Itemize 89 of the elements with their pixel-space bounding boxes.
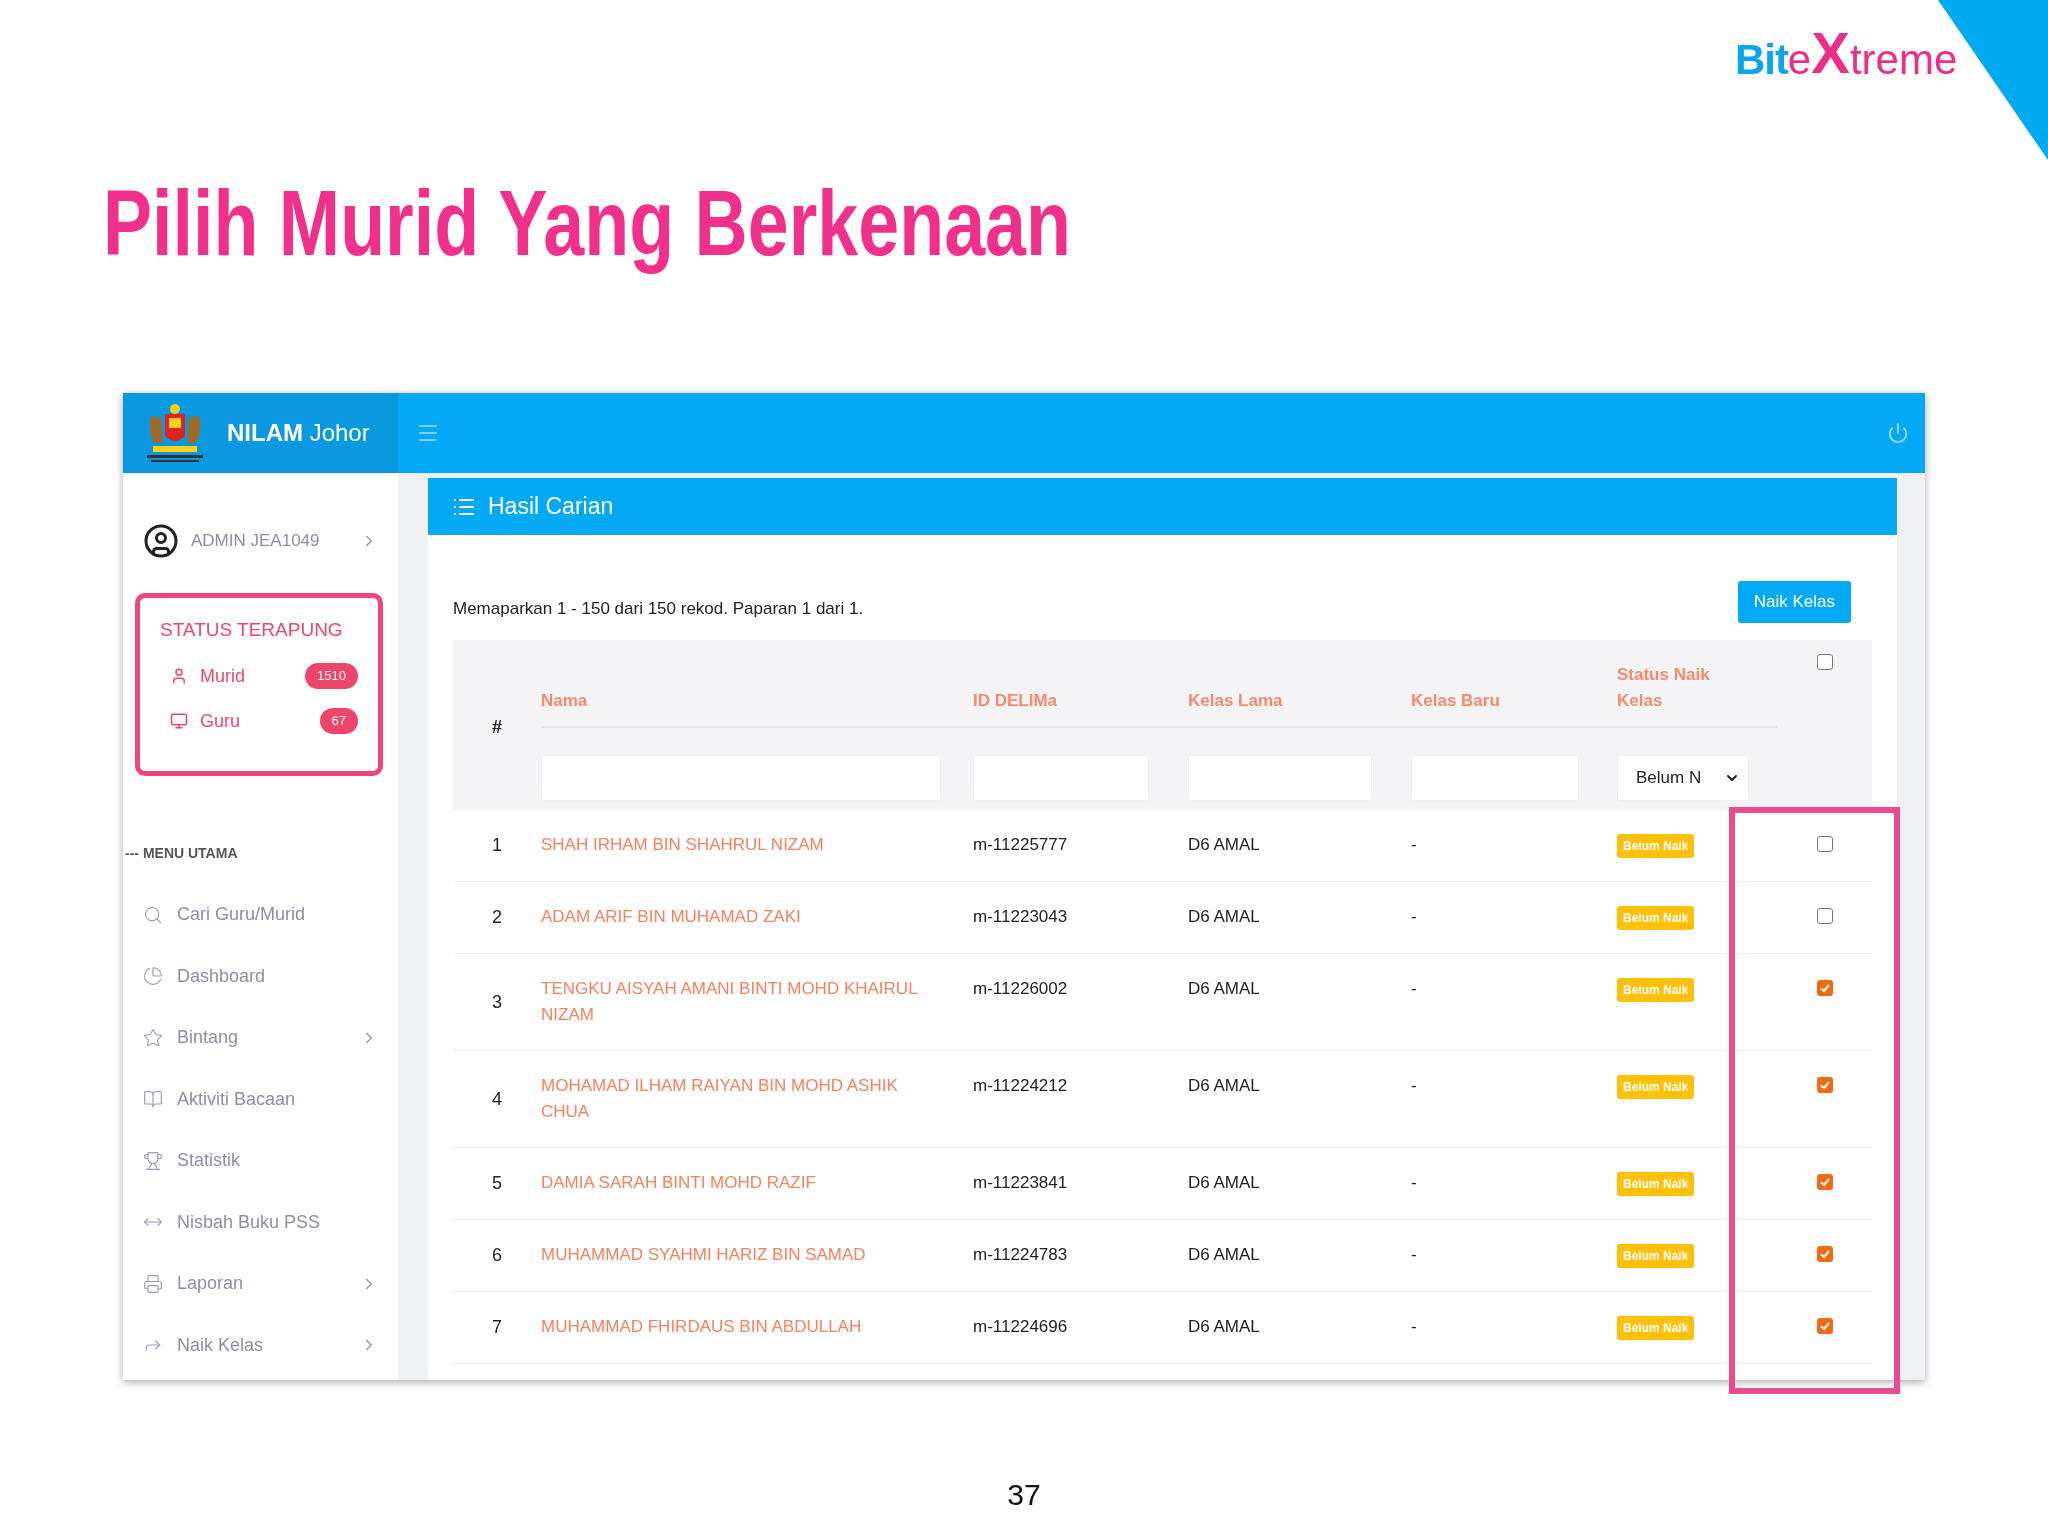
trophy-icon — [143, 1150, 163, 1171]
column-header: # — [492, 715, 502, 739]
status-badge: Belum Naik — [1617, 1244, 1695, 1268]
table-cell-text: D6 AMAL — [1188, 1244, 1261, 1266]
checkbox[interactable] — [1816, 1246, 1833, 1262]
table-cell-text: m-11225777 — [973, 834, 1069, 856]
menu-item[interactable]: Dashboard — [123, 945, 398, 1007]
status-link[interactable]: Murid — [200, 662, 294, 690]
table-cell-text: m-11224783 — [973, 1244, 1069, 1266]
user-icon — [170, 667, 188, 685]
row-number: 2 — [492, 906, 502, 929]
record-summary: Memaparkan 1 - 150 dari 150 rekod. Paparan 1 dari 1. — [453, 597, 864, 620]
table-cell-text: - — [1411, 834, 1418, 856]
table-cell-text: m-11226002 — [973, 978, 1069, 1000]
column-header: Status Naik Kelas — [1617, 664, 1711, 712]
table-cell-text: m-11224696 — [973, 1316, 1069, 1338]
status-filter-select[interactable]: Belum N — [1617, 755, 1749, 801]
checkbox[interactable] — [1816, 1077, 1833, 1093]
student-name-link[interactable]: ADAM ARIF BIN MUHAMAD ZAKI — [541, 904, 973, 931]
status-badge: Belum Naik — [1617, 906, 1695, 930]
status-badge: Belum Naik — [1617, 1172, 1695, 1196]
panel-heading: STATUS TERAPUNG — [160, 618, 344, 642]
status-badge: Belum Naik — [1617, 1316, 1695, 1340]
status-link[interactable]: Guru — [200, 707, 308, 735]
student-name-link[interactable]: DAMIA SARAH BINTI MOHD RAZIF — [541, 1170, 973, 1197]
row-number: 1 — [492, 834, 502, 857]
slide-title: Pilih Murid Yang Berkenaan — [103, 170, 1071, 276]
checkbox[interactable] — [1816, 1174, 1833, 1190]
logo: BiteXtreme — [1735, 19, 1958, 87]
table-cell-text: m-11223841 — [973, 1172, 1069, 1194]
row-number: 6 — [492, 1244, 502, 1267]
row-number: 5 — [492, 1172, 502, 1195]
power-icon[interactable] — [1887, 422, 1909, 444]
column-header: Nama — [541, 690, 588, 712]
row-number: 4 — [492, 1087, 502, 1111]
row-number: 3 — [492, 990, 502, 1014]
menu-item[interactable]: Aktiviti Bacaan — [123, 1068, 398, 1130]
menu-item[interactable]: Statistik — [123, 1130, 398, 1192]
table-cell-text: D6 AMAL — [1188, 1075, 1261, 1097]
table-cell-text: - — [1411, 906, 1418, 928]
table-cell-text: m-11224212 — [973, 1075, 1069, 1097]
row-number: 7 — [492, 1316, 502, 1339]
table-cell-text: D6 AMAL — [1188, 1316, 1261, 1338]
checkbox[interactable] — [1816, 980, 1833, 996]
pie-chart-icon — [143, 966, 163, 987]
table-cell-text: - — [1411, 1075, 1418, 1097]
student-name-link[interactable]: MUHAMMAD FHIRDAUS BIN ABDULLAH — [541, 1314, 973, 1341]
table-cell-text: D6 AMAL — [1188, 978, 1261, 1000]
column-header: ID DELIMa — [973, 690, 1058, 712]
star-icon — [143, 1027, 163, 1048]
student-name-link[interactable]: TENGKU AISYAH AMANI BINTI MOHD KHAIRUL NIZAM — [541, 976, 973, 1028]
count-badge: 67 — [319, 708, 358, 734]
column-header: Kelas Baru — [1411, 690, 1500, 712]
status-badge: Belum Naik — [1617, 834, 1695, 858]
student-name-link[interactable]: MOHAMAD ILHAM RAIYAN BIN MOHD ASHIK CHUA — [541, 1073, 973, 1125]
search-icon — [143, 904, 163, 925]
table-cell-text: D6 AMAL — [1188, 834, 1261, 856]
menu-item[interactable]: Cari Guru/Murid — [123, 884, 398, 946]
printer-icon — [143, 1273, 163, 1294]
menu-item[interactable]: Laporan — [123, 1253, 398, 1315]
table-cell-text: m-11223043 — [973, 906, 1069, 928]
menu-heading: --- MENU UTAMA — [124, 844, 239, 863]
menu-item[interactable]: Bintang — [123, 1007, 398, 1069]
user-name[interactable]: ADMIN JEA1049 — [191, 527, 348, 554]
student-name-link[interactable]: SHAH IRHAM BIN SHAHRUL NIZAM — [541, 832, 973, 859]
checkbox[interactable] — [1816, 654, 1833, 670]
table-cell-text: D6 AMAL — [1188, 1172, 1261, 1194]
column-header: Kelas Lama — [1188, 690, 1283, 712]
panel-title: Hasil Carian — [488, 492, 614, 522]
checkbox[interactable] — [1816, 1318, 1833, 1334]
menu-item[interactable]: Naik Kelas — [123, 1314, 398, 1376]
table-cell-text: - — [1411, 1172, 1418, 1194]
menu-item[interactable]: Nisbah Buku PSS — [123, 1191, 398, 1253]
naik-kelas-button[interactable]: Naik Kelas — [1737, 581, 1851, 623]
table-cell-text: - — [1411, 1316, 1418, 1338]
checkbox[interactable] — [1816, 908, 1833, 924]
page-number: 37 — [1007, 1477, 1041, 1513]
status-badge: Belum Naik — [1617, 1075, 1695, 1099]
table-cell-text: - — [1411, 1244, 1418, 1266]
status-badge: Belum Naik — [1617, 978, 1695, 1002]
checkbox[interactable] — [1816, 836, 1833, 852]
book-icon — [143, 1089, 163, 1110]
count-badge: 1510 — [305, 663, 358, 689]
user-avatar-icon — [143, 522, 179, 559]
monitor-icon — [170, 712, 188, 730]
table-cell-text: - — [1411, 978, 1418, 1000]
app-brand: NILAM Johor — [227, 418, 370, 448]
table-cell-text: D6 AMAL — [1188, 906, 1261, 928]
student-name-link[interactable]: MUHAMMAD SYAHMI HARIZ BIN SAMAD — [541, 1242, 973, 1269]
